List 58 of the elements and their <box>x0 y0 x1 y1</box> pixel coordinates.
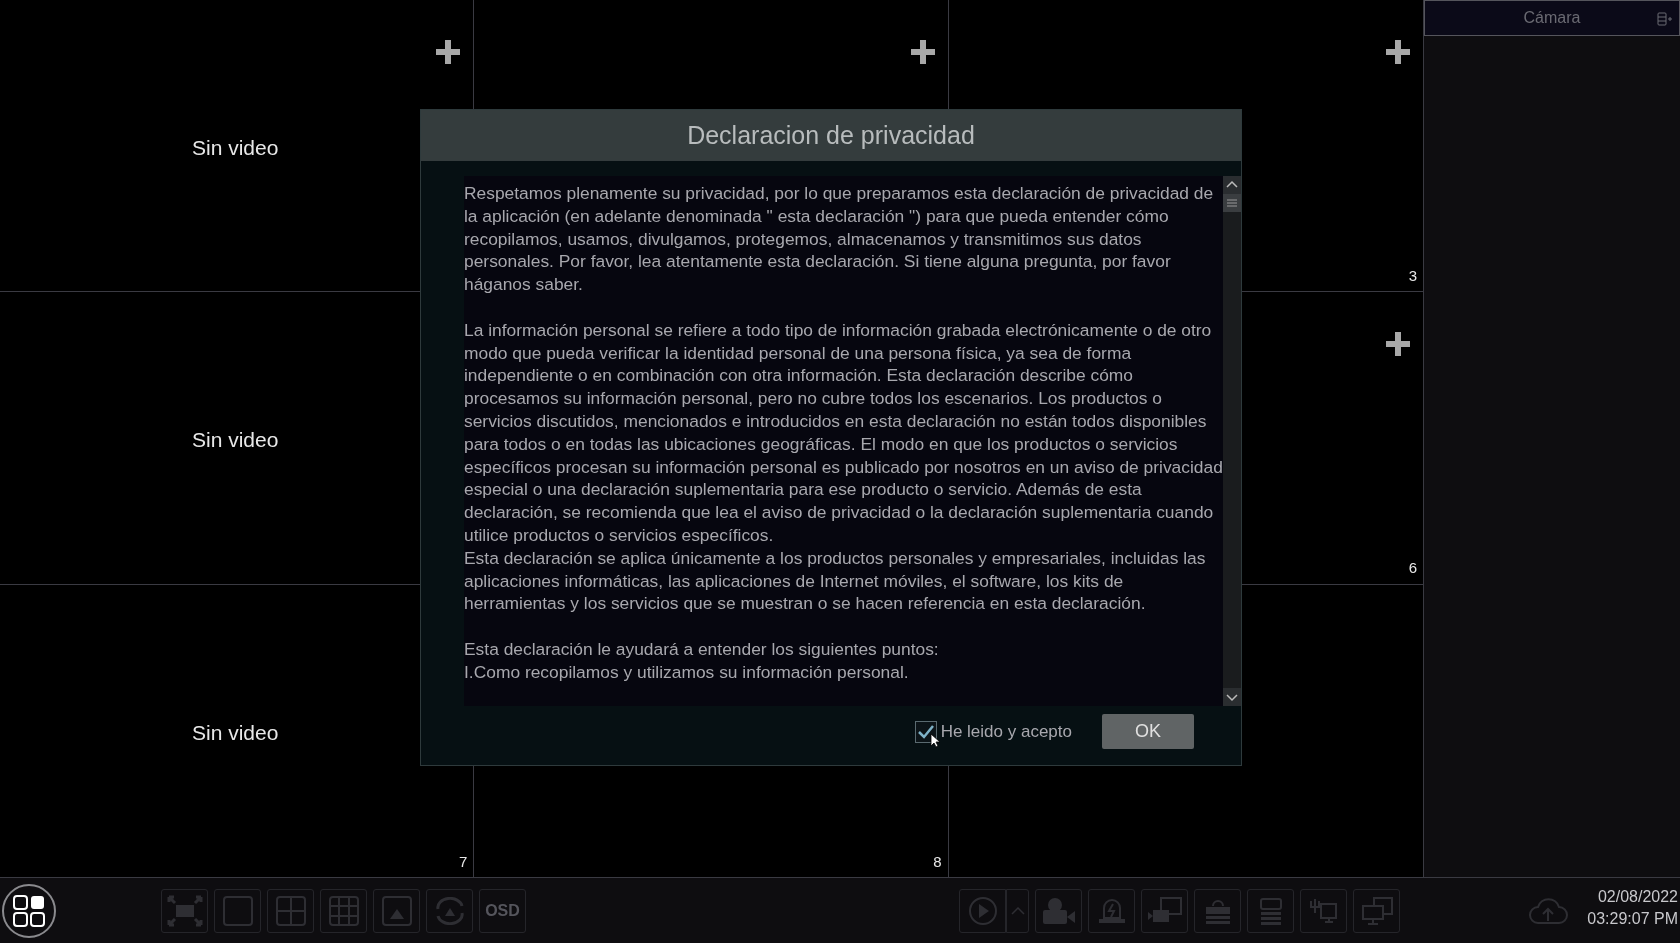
scroll-down-icon[interactable] <box>1223 688 1241 706</box>
ok-button[interactable]: OK <box>1102 714 1194 749</box>
playback-button[interactable] <box>959 888 1006 933</box>
sequence-button[interactable] <box>426 888 473 933</box>
record-icon <box>1040 895 1077 926</box>
monitor-icon <box>1359 895 1394 926</box>
disk-button[interactable] <box>1247 888 1294 933</box>
nine-view-button[interactable] <box>320 888 367 933</box>
channel-number: 8 <box>933 851 942 872</box>
quad-view-icon <box>274 894 307 927</box>
nine-view-icon <box>327 894 360 927</box>
network-button[interactable] <box>1300 888 1347 933</box>
single-view-icon <box>221 894 254 927</box>
channel-number: 7 <box>459 851 468 872</box>
monitor-button[interactable] <box>1353 888 1400 933</box>
sequence-icon <box>433 896 466 925</box>
add-icon[interactable] <box>1386 332 1410 357</box>
statement-paragraph: Respetamos plenamente su privacidad, por lo que preparamos esta declaración de privacidad de la aplicación (en adelante denominada " esta declaración ") para que pueda entender cómo recopilamos, usamos, divulgamos, protegemos, almacenamos y transmitimos sus datos personales. Por favor, lea atentamente esta declaración. Si tiene alguna pregunta, por favor háganos saber. <box>464 182 1215 296</box>
camera-list-button[interactable] <box>1141 888 1188 933</box>
no-video-label: Sin video <box>192 719 279 746</box>
alarm-button[interactable] <box>1088 888 1135 933</box>
expand-button[interactable] <box>1006 888 1029 933</box>
add-icon[interactable] <box>1386 40 1410 64</box>
panel-title: Cámara <box>1523 8 1581 28</box>
record-button[interactable] <box>1035 888 1082 933</box>
channel-number: 6 <box>1408 558 1417 579</box>
quad-view-button[interactable] <box>267 888 314 933</box>
statement-paragraph: I.Como recopilamos y utilizamos su información personal. <box>464 660 910 684</box>
agree-checkbox[interactable] <box>914 720 937 743</box>
previous-screen-button[interactable] <box>373 888 420 933</box>
statement-paragraph: La información personal se refiere a todo tipo de información grabada electrónicamente o de otro modo que pueda verificar la identidad personal de una persona física, ya sea de forma independiente o en combinación con otra información. Esta declaración describe cómo procesamos su información personal, pero no cubre todos los escenarios. Los productos o servicios discutidos, mencionados e introducidos en esta declaración no están todos disponibles para todos o en todas las ubicaciones geográficas. El modo en que los productos o servicios específicos procesan su información personal es publicado por nosotros en un aviso de privacidad especial o una declaración suplementaria para ese producto o servicio. Además de esta declaración, se recomienda que lea el aviso de privacidad o la declaración suplementaria cuando utilice productos o servicios específicos. <box>464 318 1223 547</box>
osd-button[interactable]: OSD <box>479 888 526 933</box>
statement-paragraph: Esta declaración le ayudará a entender los siguientes puntos: <box>464 637 940 661</box>
scrollbar[interactable] <box>1223 176 1241 706</box>
previous-screen-icon <box>380 894 413 927</box>
fullscreen-button[interactable] <box>161 888 208 933</box>
fullscreen-icon <box>166 894 203 927</box>
mouse-cursor-icon <box>929 732 941 748</box>
no-video-label: Sin video <box>192 135 279 161</box>
single-view-button[interactable] <box>214 888 261 933</box>
time-text: 03:29:07 PM <box>1587 909 1678 929</box>
expand-icon <box>1010 906 1025 915</box>
scroll-up-icon[interactable] <box>1223 176 1241 194</box>
no-video-label: Sin video <box>192 427 279 454</box>
add-icon[interactable] <box>910 40 935 64</box>
agree-label: He leido y acepto <box>940 720 1072 743</box>
channel-number: 3 <box>1408 265 1417 286</box>
start-menu-button[interactable] <box>2 883 56 938</box>
dialog-title: Declaracion de privacidad <box>687 119 975 151</box>
scroll-thumb[interactable] <box>1223 194 1241 212</box>
statement-paragraph: Esta declaración se aplica únicamente a los productos personales y empresariales, incluidas las aplicaciones informáticas, las aplicaciones de Internet móviles, el software, los kits de herramientas y los servicios que se muestran o se hacen referencia en esta declaración. <box>464 546 1207 616</box>
add-list-icon[interactable] <box>1657 12 1673 26</box>
cloud-upload-icon[interactable] <box>1528 895 1568 927</box>
playback-icon <box>967 895 998 926</box>
date-text: 02/08/2022 <box>1597 887 1678 907</box>
start-menu-icon <box>12 893 46 928</box>
add-icon[interactable] <box>436 40 461 64</box>
backup-button[interactable] <box>1194 888 1241 933</box>
